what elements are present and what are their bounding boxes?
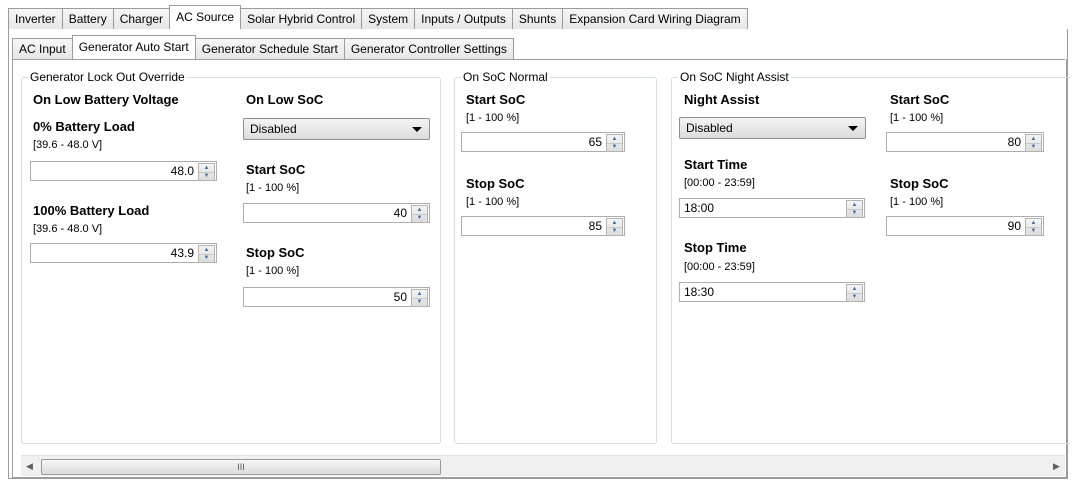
start-time-range: [00:00 - 23:59]	[684, 177, 755, 189]
scroll-left-icon[interactable]: ◀	[21, 456, 38, 476]
down-arrow-icon[interactable]: ▼	[847, 293, 862, 301]
night-start-soc-spinner[interactable]: 80 ▲ ▼	[886, 132, 1044, 152]
night-stop-soc-value: 90	[1007, 219, 1021, 233]
lockout-stop-soc-spinner[interactable]: 50 ▲ ▼	[243, 287, 430, 307]
low-soc-select-value: Disabled	[250, 122, 297, 136]
battery-load-100-range: [39.6 - 48.0 V]	[33, 223, 103, 235]
stop-time-value: 18:30	[684, 285, 715, 299]
low-soc-select[interactable]: Disabled	[243, 118, 430, 140]
spin-buttons[interactable]: ▲ ▼	[1025, 218, 1042, 236]
normal-start-soc-spinner[interactable]: 65 ▲ ▼	[461, 132, 625, 152]
low-soc-title: On Low SoC	[246, 92, 324, 107]
lockout-stop-soc-label: Stop SoC	[246, 245, 305, 260]
scrollbar-thumb[interactable]: III	[41, 459, 441, 475]
chevron-down-icon	[412, 127, 422, 132]
down-arrow-icon[interactable]: ▼	[412, 214, 427, 222]
night-stop-soc-label: Stop SoC	[890, 176, 949, 191]
down-arrow-icon[interactable]: ▼	[412, 298, 427, 306]
subtab-generator-controller-settings[interactable]: Generator Controller Settings	[343, 38, 514, 59]
normal-stop-soc-value: 85	[588, 219, 602, 233]
tab-solar-hybrid-control[interactable]: Solar Hybrid Control	[240, 8, 363, 29]
normal-stop-soc-spinner[interactable]: 85 ▲ ▼	[461, 216, 625, 236]
battery-load-0-range: [39.6 - 48.0 V]	[33, 139, 103, 151]
night-assist-select[interactable]: Disabled	[679, 117, 866, 139]
horizontal-scrollbar[interactable]: ◀ III ▶	[21, 455, 1065, 476]
battery-load-0-spinner[interactable]: 48.0 ▲ ▼	[30, 161, 217, 181]
normal-stop-soc-range: [1 - 100 %]	[466, 196, 520, 208]
soc-normal-legend: On SoC Normal	[463, 70, 548, 84]
spin-buttons[interactable]: ▲ ▼	[198, 163, 215, 181]
spin-buttons[interactable]: ▲ ▼	[198, 245, 215, 263]
spin-buttons[interactable]: ▲ ▼	[606, 134, 623, 152]
down-arrow-icon[interactable]: ▼	[199, 172, 214, 180]
start-time-label: Start Time	[684, 157, 748, 172]
soc-night-assist-legend: On SoC Night Assist	[680, 70, 789, 84]
battery-load-100-value: 43.9	[170, 246, 194, 260]
tab-inputs-outputs[interactable]: Inputs / Outputs	[414, 8, 513, 29]
spin-buttons[interactable]: ▲ ▼	[411, 205, 428, 223]
normal-stop-soc-label: Stop SoC	[466, 176, 525, 191]
night-assist-title: Night Assist	[684, 92, 760, 107]
battery-load-100-spinner[interactable]: 43.9 ▲ ▼	[30, 243, 217, 263]
scroll-right-icon[interactable]: ▶	[1048, 456, 1065, 476]
subtab-generator-auto-start[interactable]: Generator Auto Start	[71, 35, 196, 59]
lockout-override-legend: Generator Lock Out Override	[30, 70, 185, 84]
start-time-spinner[interactable]: 18:00 ▲ ▼	[679, 198, 865, 218]
tab-system[interactable]: System	[361, 8, 416, 29]
down-arrow-icon[interactable]: ▼	[847, 209, 862, 217]
soc-normal-group: On SoC Normal	[454, 70, 657, 444]
tab-expansion-card-wiring-diagram[interactable]: Expansion Card Wiring Diagram	[562, 8, 748, 29]
night-start-soc-value: 80	[1007, 135, 1021, 149]
night-start-soc-range: [1 - 100 %]	[890, 112, 944, 124]
down-arrow-icon[interactable]: ▼	[1026, 227, 1041, 235]
normal-start-soc-label: Start SoC	[466, 92, 526, 107]
lockout-start-soc-label: Start SoC	[246, 162, 306, 177]
stop-time-spinner[interactable]: 18:30 ▲ ▼	[679, 282, 865, 302]
tab-ac-source[interactable]: AC Source	[169, 5, 242, 29]
night-assist-select-value: Disabled	[686, 121, 733, 135]
lockout-start-soc-spinner[interactable]: 40 ▲ ▼	[243, 203, 430, 223]
night-start-soc-label: Start SoC	[890, 92, 950, 107]
subtab-generator-schedule-start[interactable]: Generator Schedule Start	[194, 38, 345, 59]
spin-buttons[interactable]: ▲ ▼	[846, 200, 863, 218]
lockout-stop-soc-value: 50	[393, 290, 407, 304]
start-time-value: 18:00	[684, 201, 715, 215]
tab-shunts[interactable]: Shunts	[511, 8, 564, 29]
scrollbar-grip: III	[237, 462, 245, 472]
spin-buttons[interactable]: ▲ ▼	[846, 284, 863, 302]
down-arrow-icon[interactable]: ▼	[607, 227, 622, 235]
night-stop-soc-spinner[interactable]: 90 ▲ ▼	[886, 216, 1044, 236]
spin-buttons[interactable]: ▲ ▼	[606, 218, 623, 236]
lockout-start-soc-value: 40	[393, 206, 407, 220]
down-arrow-icon[interactable]: ▼	[1026, 143, 1041, 151]
tab-battery[interactable]: Battery	[61, 8, 114, 29]
tab-inverter[interactable]: Inverter	[8, 8, 63, 29]
battery-load-100-label: 100% Battery Load	[33, 203, 150, 218]
spin-buttons[interactable]: ▲ ▼	[411, 289, 428, 307]
down-arrow-icon[interactable]: ▼	[607, 143, 622, 151]
chevron-down-icon	[848, 126, 858, 131]
stop-time-range: [00:00 - 23:59]	[684, 261, 755, 273]
normal-start-soc-range: [1 - 100 %]	[466, 112, 520, 124]
spin-buttons[interactable]: ▲ ▼	[1025, 134, 1042, 152]
battery-load-0-value: 48.0	[170, 164, 194, 178]
battery-load-0-label: 0% Battery Load	[33, 119, 135, 134]
lockout-start-soc-range: [1 - 100 %]	[246, 182, 300, 194]
low-battery-voltage-title: On Low Battery Voltage	[33, 92, 179, 107]
night-stop-soc-range: [1 - 100 %]	[890, 196, 944, 208]
lockout-stop-soc-range: [1 - 100 %]	[246, 265, 300, 277]
down-arrow-icon[interactable]: ▼	[199, 254, 214, 262]
main-tab-bar: Inverter Battery Charger AC Source Solar…	[8, 5, 748, 29]
sub-tab-bar: AC Input Generator Auto Start Generator …	[12, 35, 514, 59]
tab-charger[interactable]: Charger	[112, 8, 171, 29]
subtab-ac-input[interactable]: AC Input	[12, 38, 73, 59]
normal-start-soc-value: 65	[588, 135, 602, 149]
stop-time-label: Stop Time	[684, 240, 747, 255]
